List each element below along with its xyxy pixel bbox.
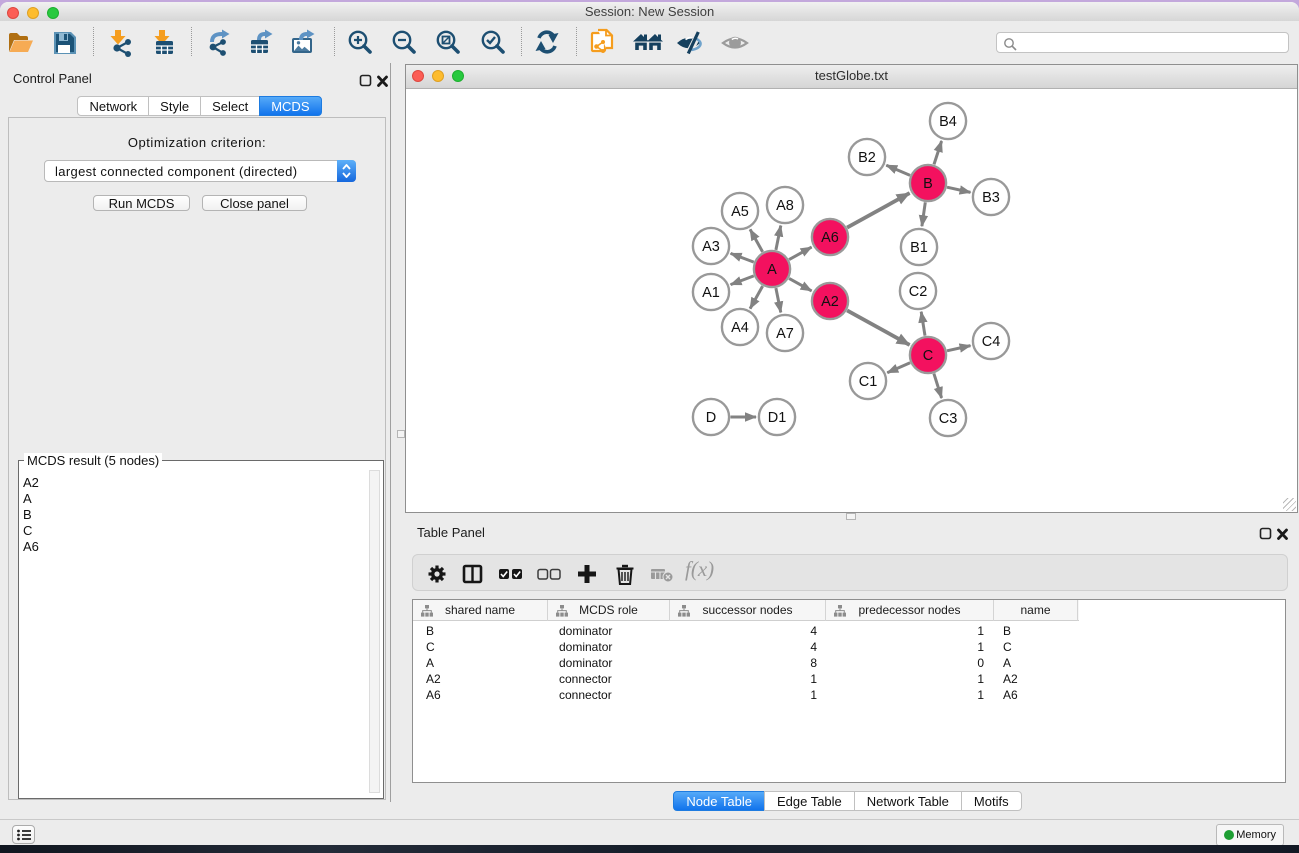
- svg-text:B3: B3: [982, 190, 1000, 206]
- svg-text:D: D: [706, 410, 716, 426]
- svg-text:A: A: [767, 262, 777, 278]
- svg-text:A5: A5: [731, 204, 749, 220]
- svg-text:A4: A4: [731, 320, 749, 336]
- svg-text:A1: A1: [702, 285, 720, 301]
- svg-text:A3: A3: [702, 239, 720, 255]
- svg-text:C3: C3: [939, 411, 958, 427]
- svg-text:C: C: [923, 348, 933, 364]
- svg-text:B4: B4: [939, 114, 957, 130]
- svg-text:D1: D1: [768, 410, 787, 426]
- svg-text:B1: B1: [910, 240, 928, 256]
- svg-text:C1: C1: [859, 374, 878, 390]
- svg-text:B2: B2: [858, 150, 876, 166]
- svg-text:A8: A8: [776, 198, 794, 214]
- svg-text:A2: A2: [821, 294, 839, 310]
- svg-text:C4: C4: [982, 334, 1001, 350]
- svg-text:B: B: [923, 176, 933, 192]
- svg-text:C2: C2: [909, 284, 928, 300]
- svg-text:A6: A6: [821, 230, 839, 246]
- svg-text:A7: A7: [776, 326, 794, 342]
